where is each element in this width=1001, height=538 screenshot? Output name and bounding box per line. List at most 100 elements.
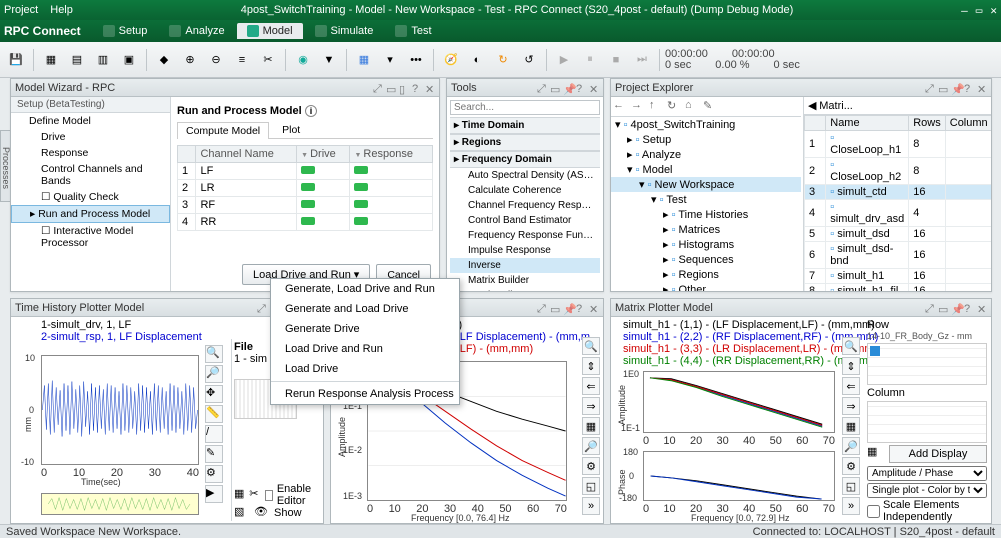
- arrow-right-icon[interactable]: ⇒: [582, 397, 600, 415]
- ribbon-tab-model[interactable]: Model: [237, 23, 303, 39]
- display-type-select[interactable]: Amplitude / Phase: [867, 466, 987, 481]
- skip-icon[interactable]: ⏭: [630, 48, 654, 72]
- help-icon[interactable]: ?: [964, 83, 974, 93]
- zoom-out-icon[interactable]: 🔎: [205, 365, 223, 383]
- maximize-icon[interactable]: ⤢: [373, 83, 383, 93]
- zoom-in-icon[interactable]: 🔍: [582, 337, 600, 355]
- color-mode-select[interactable]: Single plot - Color by trace: [867, 483, 987, 498]
- stop-icon[interactable]: ■: [604, 48, 628, 72]
- window-icon[interactable]: ▭: [938, 303, 948, 313]
- maximize-icon[interactable]: ⤢: [925, 83, 935, 93]
- menu-help[interactable]: Help: [50, 4, 73, 16]
- tb-1[interactable]: ▦: [39, 48, 63, 72]
- subtab-compute[interactable]: Compute Model: [177, 122, 269, 139]
- table-row[interactable]: 4RR: [178, 214, 433, 231]
- window-icon[interactable]: ▭: [550, 303, 560, 313]
- tree-node[interactable]: ▾ ▫ 4post_SwitchTraining: [611, 117, 801, 132]
- pin-icon[interactable]: 📌: [951, 83, 961, 93]
- window-icon[interactable]: ▭: [386, 83, 396, 93]
- play-icon[interactable]: ▶: [552, 48, 576, 72]
- maximize-icon[interactable]: ⤢: [925, 303, 935, 313]
- dropdown-item[interactable]: Load Drive: [271, 359, 459, 379]
- table-row[interactable]: 2▫ CloseLoop_h28: [805, 158, 992, 185]
- settings-icon[interactable]: ⚙: [842, 457, 860, 475]
- help-icon[interactable]: ?: [412, 83, 422, 93]
- table-row[interactable]: 2LR: [178, 180, 433, 197]
- tb-10[interactable]: ▼: [317, 48, 341, 72]
- maximize-icon[interactable]: ⤢: [257, 303, 267, 313]
- dropdown-item[interactable]: Rerun Response Analysis Process: [271, 384, 459, 404]
- grid-icon[interactable]: ▦: [234, 487, 245, 503]
- tree-node[interactable]: ▸ ▫ Regions: [611, 267, 801, 282]
- home-icon[interactable]: ⌂: [685, 99, 701, 115]
- close-icon[interactable]: ✕: [977, 303, 987, 313]
- close-icon[interactable]: ✕: [589, 83, 599, 93]
- play-icon[interactable]: ▶: [205, 485, 223, 503]
- tool-item[interactable]: Inverse: [450, 258, 600, 273]
- wizard-nav-item[interactable]: Drive: [11, 129, 170, 145]
- matrix-tab[interactable]: Matri...: [819, 100, 853, 112]
- help-icon[interactable]: ?: [576, 83, 586, 93]
- close-button[interactable]: ✕: [990, 4, 997, 17]
- amplitude-plot[interactable]: [643, 371, 835, 433]
- ribbon-tab-analyze[interactable]: Analyze: [159, 23, 234, 39]
- maximize-icon[interactable]: ⤢: [537, 83, 547, 93]
- scale-checkbox[interactable]: [867, 505, 880, 518]
- reset-icon[interactable]: ▦: [867, 445, 885, 463]
- tool-category[interactable]: ▸ Regions: [450, 134, 600, 151]
- tool-item[interactable]: Control Band Estimator: [450, 213, 600, 228]
- refresh-icon[interactable]: ↻: [491, 48, 515, 72]
- zoom-icon[interactable]: 🔎: [582, 437, 600, 455]
- zoom-icon[interactable]: 🔎: [842, 437, 860, 455]
- ribbon-tab-simulate[interactable]: Simulate: [305, 23, 384, 39]
- overview-strip[interactable]: [41, 493, 199, 515]
- window-icon[interactable]: ▭: [938, 83, 948, 93]
- tree-node[interactable]: ▸ ▫ Matrices: [611, 222, 801, 237]
- tb-7[interactable]: ⊖: [204, 48, 228, 72]
- grid-icon[interactable]: ▦: [352, 48, 376, 72]
- tree-node[interactable]: ▾ ▫ New Workspace: [611, 177, 801, 192]
- table-row[interactable]: 3RF: [178, 197, 433, 214]
- tree-node[interactable]: ▸ ▫ Histograms: [611, 237, 801, 252]
- ribbon-tab-test[interactable]: Test: [385, 23, 441, 39]
- row-grid[interactable]: [867, 343, 987, 385]
- tb-5[interactable]: ◆: [152, 48, 176, 72]
- info-icon[interactable]: i: [305, 105, 317, 117]
- dropdown-item[interactable]: Generate and Load Drive: [271, 299, 459, 319]
- dropdown-item[interactable]: Generate Drive: [271, 319, 459, 339]
- grid-icon[interactable]: ▦: [842, 417, 860, 435]
- time-plot[interactable]: [41, 355, 199, 465]
- enable-editor-checkbox[interactable]: [265, 490, 273, 501]
- tb-13[interactable]: •••: [404, 48, 428, 72]
- fullscreen-icon[interactable]: ◱: [842, 477, 860, 495]
- up-icon[interactable]: ↑: [649, 99, 665, 115]
- zoom-in-icon[interactable]: 🔍: [842, 337, 860, 355]
- help-icon[interactable]: ?: [964, 303, 974, 313]
- ribbon-tab-setup[interactable]: Setup: [93, 23, 158, 39]
- zoom-v-icon[interactable]: ⇕: [842, 357, 860, 375]
- zoom-in-icon[interactable]: 🔍: [205, 345, 223, 363]
- maximize-button[interactable]: ▭: [976, 4, 983, 17]
- tb-4[interactable]: ▣: [117, 48, 141, 72]
- tool-item[interactable]: Frequency Response Function: [450, 228, 600, 243]
- settings-icon[interactable]: ⚙: [582, 457, 600, 475]
- menu-project[interactable]: Project: [4, 4, 38, 16]
- arrow-left-icon[interactable]: ⇐: [582, 377, 600, 395]
- tb-8[interactable]: ≡: [230, 48, 254, 72]
- maximize-icon[interactable]: ⤢: [537, 303, 547, 313]
- tool-category[interactable]: ▸ Time Domain: [450, 117, 600, 134]
- table-row[interactable]: 7▫ simult_h116: [805, 269, 992, 284]
- close-icon[interactable]: ✕: [425, 83, 435, 93]
- more-icon[interactable]: »: [582, 497, 600, 515]
- tb-12[interactable]: ▾: [378, 48, 402, 72]
- edit-icon[interactable]: ✎: [703, 99, 719, 115]
- wizard-nav-item[interactable]: ▸ Run and Process Model: [11, 205, 170, 223]
- table-row[interactable]: 1▫ CloseLoop_h18: [805, 131, 992, 158]
- subtab-plot[interactable]: Plot: [273, 121, 309, 138]
- cut-icon[interactable]: ✂: [256, 48, 280, 72]
- tool-item[interactable]: Impulse Response: [450, 243, 600, 258]
- pin-icon[interactable]: 📌: [563, 303, 573, 313]
- close-icon[interactable]: ✕: [977, 83, 987, 93]
- zoom-v-icon[interactable]: ⇕: [582, 357, 600, 375]
- tb-9[interactable]: ◉: [291, 48, 315, 72]
